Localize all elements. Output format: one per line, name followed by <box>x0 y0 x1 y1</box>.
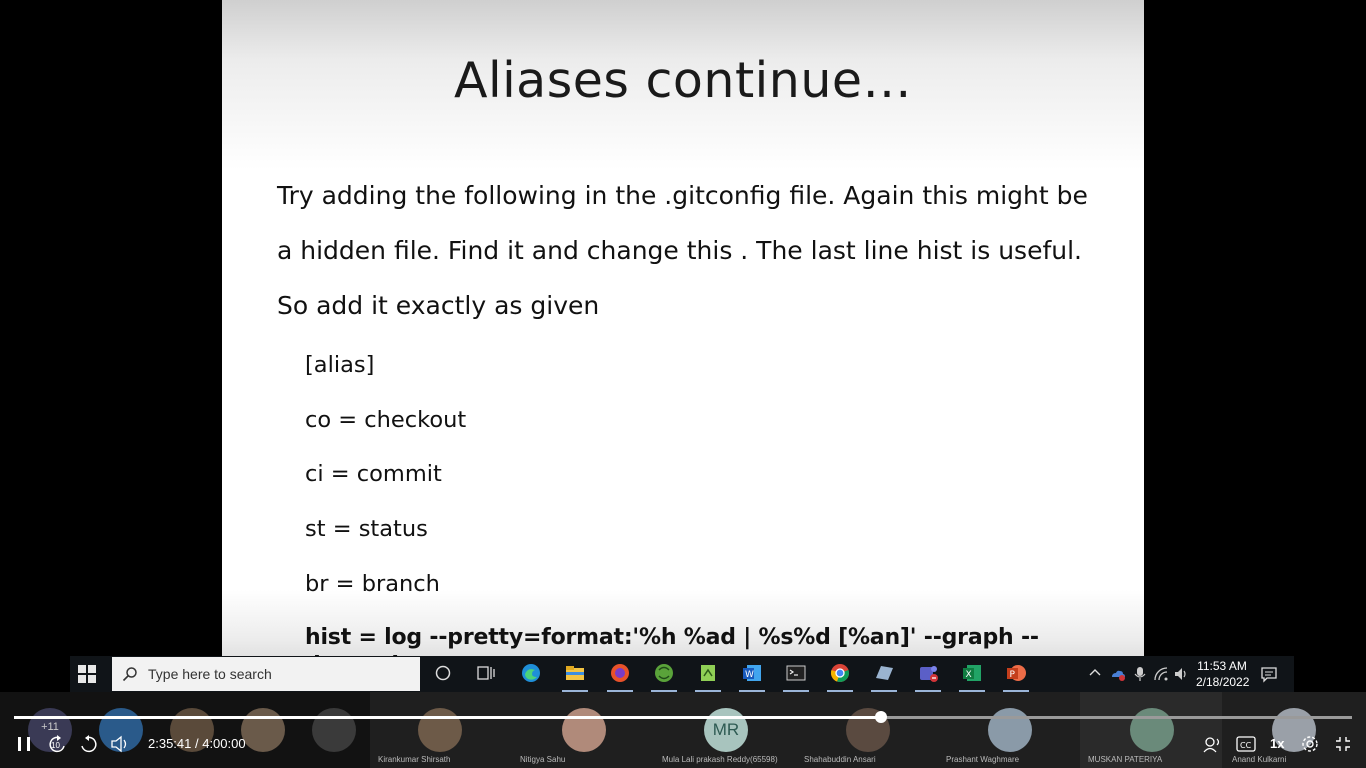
participant-name: Shahabuddin Ansari <box>804 755 876 764</box>
audio-description-icon[interactable] <box>1202 734 1224 754</box>
forward-button[interactable] <box>78 734 100 754</box>
notification-icon <box>1261 667 1277 683</box>
speaker-icon <box>1175 668 1186 680</box>
participant-name: Anand Kulkarni <box>1232 755 1287 764</box>
rewind-label: 10 <box>51 741 60 750</box>
seek-handle[interactable] <box>875 711 888 723</box>
participant-name: Kirankumar Shirsath <box>378 755 451 764</box>
seek-bar-played <box>14 716 882 719</box>
taskbar-clock: 11:53 AM 2/18/2022 <box>1196 658 1250 690</box>
avatar <box>562 708 606 752</box>
excel-icon: X <box>963 665 981 681</box>
avatar <box>418 708 462 752</box>
avatar[interactable] <box>312 708 356 752</box>
taskbar-search-box: Type here to search <box>112 657 420 691</box>
app-icon <box>876 666 893 680</box>
edge-icon <box>522 664 540 682</box>
code-line-st: st = status <box>305 516 428 542</box>
svg-text:X: X <box>966 670 972 680</box>
cortana-icon <box>435 665 451 681</box>
task-view-icon <box>477 666 495 680</box>
slide-title: Aliases continue… <box>453 52 913 109</box>
rewind-button[interactable]: 10 <box>46 734 68 754</box>
pause-icon[interactable] <box>14 734 36 754</box>
eclipse-icon <box>655 664 673 682</box>
notepad-plus-icon <box>701 665 715 681</box>
avatar-initials: MR <box>712 720 740 739</box>
participant-tile[interactable]: MUSKAN PATERIYA <box>1080 692 1222 768</box>
windows-start-icon <box>78 665 96 683</box>
code-line-br: br = branch <box>305 571 440 597</box>
avatar[interactable] <box>241 708 285 752</box>
participant-name: Mula Lali prakash Reddy(65598) <box>662 755 778 764</box>
code-line-ci: ci = commit <box>305 461 442 487</box>
chevron-up-icon <box>1089 669 1101 676</box>
forward-icon <box>81 735 97 753</box>
microphone-icon <box>1134 667 1146 681</box>
settings-gear-icon[interactable] <box>1299 734 1321 754</box>
participant-tile[interactable]: MR Mula Lali prakash Reddy(65598) <box>654 692 796 768</box>
svg-text:CC: CC <box>1240 741 1252 750</box>
avatar <box>1130 708 1174 752</box>
time-display: 2:35:41 / 4:00:00 <box>148 736 246 751</box>
firefox-icon <box>611 664 629 682</box>
exit-fullscreen-icon[interactable] <box>1332 734 1354 754</box>
slide-paragraph-line: a hidden file. Find it and change this .… <box>277 236 1083 265</box>
seek-bar[interactable] <box>14 716 1352 719</box>
participant-name: Nitigya Sahu <box>520 755 566 764</box>
word-icon: W <box>743 665 761 681</box>
clock-date: 2/18/2022 <box>1196 675 1250 689</box>
participant-name: MUSKAN PATERIYA <box>1088 755 1163 764</box>
participant-tile[interactable]: Prashant Waghmare <box>938 692 1080 768</box>
wifi-icon <box>1154 667 1168 681</box>
slide-paragraph-line: Try adding the following in the .gitconf… <box>277 181 1088 210</box>
chrome-icon <box>830 664 850 683</box>
search-icon <box>122 667 137 682</box>
slide-paragraph-line: So add it exactly as given <box>277 291 600 320</box>
participant-tile[interactable]: Kirankumar Shirsath <box>370 692 512 768</box>
presentation-slide: Aliases continue… Try adding the followi… <box>222 0 1144 678</box>
terminal-icon <box>786 665 806 681</box>
volume-icon[interactable] <box>110 734 132 754</box>
windows-taskbar: Type here to search W X P 11:53 AM 2/18/… <box>70 656 1294 692</box>
svg-text:W: W <box>745 670 754 680</box>
code-line-co: co = checkout <box>305 407 467 433</box>
avatar <box>988 708 1032 752</box>
overflow-count: +11 <box>41 721 59 733</box>
code-line-alias: [alias] <box>305 352 375 378</box>
svg-text:P: P <box>1010 670 1016 680</box>
file-explorer-icon <box>566 666 584 680</box>
powerpoint-icon: P <box>1007 665 1026 681</box>
clock-time: 11:53 AM <box>1197 659 1247 673</box>
participant-tile[interactable]: Anand Kulkarni <box>1222 692 1366 768</box>
participant-tile[interactable]: Nitigya Sahu <box>512 692 654 768</box>
avatar: MR <box>704 708 748 752</box>
onedrive-icon <box>1112 670 1125 681</box>
participant-name: Prashant Waghmare <box>946 755 1020 764</box>
participant-tile[interactable]: Shahabuddin Ansari <box>796 692 938 768</box>
captions-icon[interactable]: CC <box>1235 734 1257 754</box>
teams-icon <box>920 666 938 682</box>
participant-strip: +11 Kirankumar Shirsath Nitigya Sahu MR … <box>0 692 1366 768</box>
playback-speed-button[interactable]: 1x <box>1270 736 1284 751</box>
search-placeholder: Type here to search <box>148 666 272 682</box>
